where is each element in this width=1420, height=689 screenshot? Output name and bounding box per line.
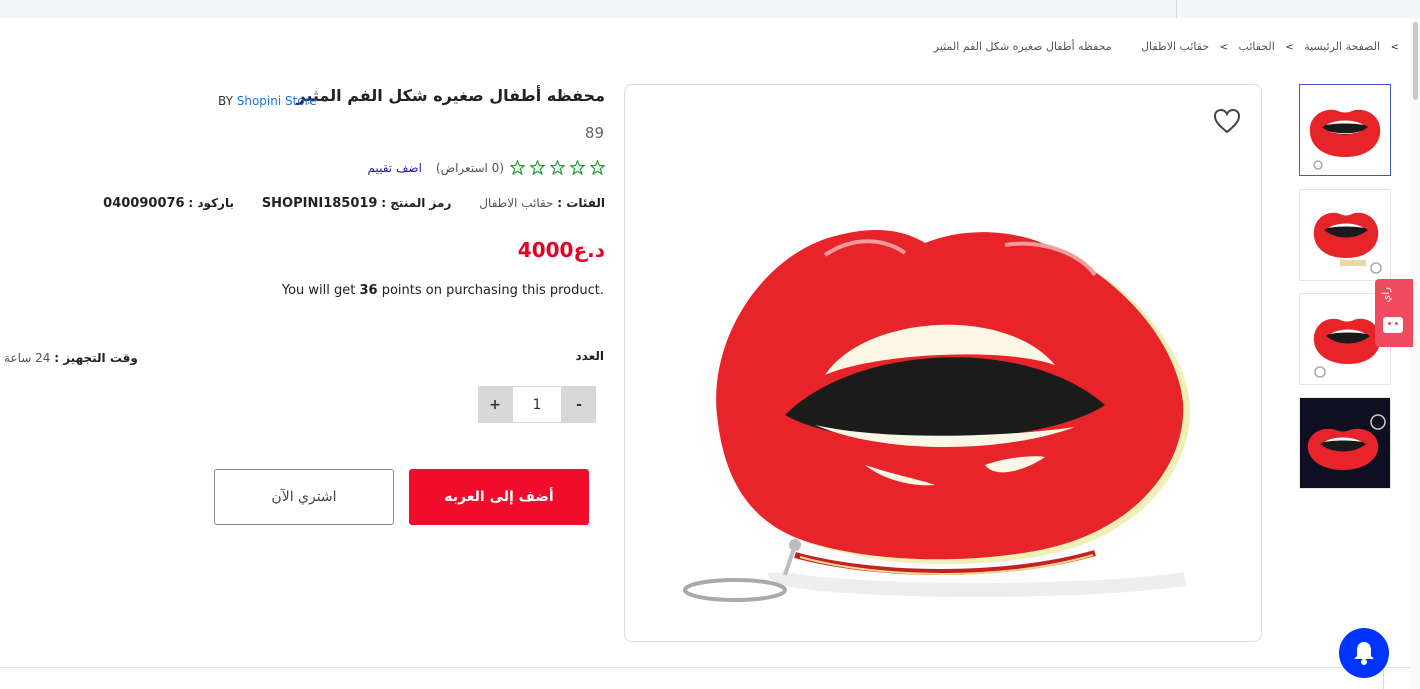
product-code-label: رمز المنتج : <box>381 196 452 210</box>
breadcrumb-current: محفظه أطفال صغيره شكل الفم المثير <box>933 40 1112 53</box>
smiley-icon <box>1383 317 1403 333</box>
store-link[interactable]: Shopini Store <box>237 94 317 108</box>
rating-row: (0 استعراض) اضف تقييم <box>368 160 605 175</box>
lips-thumbnail-image <box>1307 414 1386 470</box>
buy-now-button[interactable]: اشتري الآن <box>214 469 394 525</box>
barcode-label: باركود : <box>188 196 234 210</box>
lips-thumbnail-image <box>1313 212 1382 274</box>
scrollbar-thumb[interactable] <box>1413 22 1418 100</box>
add-to-cart-button[interactable]: أضف إلى العربه <box>409 469 589 525</box>
star-outline-icon <box>530 160 545 175</box>
thumbnail-1[interactable] <box>1299 84 1391 176</box>
product-title: محفظه أطفال صغيره شكل الفم المثير <box>296 86 605 105</box>
categories-value[interactable]: حقائب الاطفال <box>479 196 553 210</box>
categories-meta: الفئات : حقائب الاطفال <box>479 196 605 210</box>
footer-divider <box>0 667 1410 668</box>
breadcrumb-bags[interactable]: الحقائب <box>1239 40 1275 53</box>
points-suffix: points on purchasing this product. <box>377 283 604 298</box>
quantity-stepper: + 1 - <box>478 386 596 423</box>
categories-label: الفئات : <box>557 196 605 210</box>
breadcrumb-separator: > <box>1285 42 1294 53</box>
prep-label: وقت التجهيز : <box>54 351 138 365</box>
breadcrumb-kids-bags[interactable]: حقائب الاطفال <box>1141 40 1209 53</box>
preparation-time: وقت التجهيز : 24 ساعة <box>4 351 138 365</box>
lips-thumbnail-image <box>1309 109 1381 170</box>
star-outline-icon <box>590 160 605 175</box>
by-label: BY <box>218 94 233 108</box>
star-outline-icon <box>570 160 585 175</box>
top-bar-divider <box>1176 0 1177 18</box>
decrease-quantity-button[interactable]: - <box>562 386 596 423</box>
product-meta: الفئات : حقائب الاطفال رمز المنتج : SHOP… <box>103 196 605 211</box>
feedback-tab-label: راي <box>1381 287 1392 303</box>
wishlist-button[interactable] <box>1213 108 1241 134</box>
product-main-image[interactable] <box>624 84 1262 642</box>
star-outline-icon <box>550 160 565 175</box>
points-prefix: You will get <box>281 283 360 298</box>
star-outline-icon <box>510 160 525 175</box>
notification-button[interactable] <box>1339 628 1389 678</box>
breadcrumb-separator: > <box>1219 42 1229 53</box>
reward-points: You will get 36 points on purchasing thi… <box>282 283 604 298</box>
add-review-link[interactable]: اضف تقييم <box>368 161 422 175</box>
product-number: 89 <box>584 124 604 142</box>
bell-icon <box>1354 642 1374 665</box>
breadcrumb-home[interactable]: الصفحة الرئيسية <box>1304 40 1380 53</box>
seller-line: BY Shopini Store <box>218 94 317 108</box>
rating-stars[interactable] <box>510 160 605 175</box>
lips-wallet-image <box>683 230 1191 602</box>
footer-separator <box>1383 669 1384 689</box>
top-bar <box>0 0 1420 18</box>
product-price: د.ع4000 <box>517 238 605 262</box>
barcode-meta: باركود : 040090076 <box>103 196 234 211</box>
product-code-value: SHOPINI185019 <box>261 196 378 211</box>
scrollbar-track[interactable] <box>1410 18 1420 689</box>
thumbnail-2[interactable] <box>1299 189 1391 281</box>
barcode-value: 040090076 <box>103 196 185 211</box>
breadcrumb: > الصفحة الرئيسية > الحقائب > حقائب الاط… <box>934 40 1406 53</box>
heart-icon <box>1213 108 1241 134</box>
breadcrumb-separator: > <box>1390 42 1399 53</box>
increase-quantity-button[interactable]: + <box>478 386 512 423</box>
quantity-input[interactable]: 1 <box>512 386 562 423</box>
quantity-label: العدد <box>575 349 604 363</box>
prep-value: 24 ساعة <box>4 351 51 365</box>
reviews-count: (0 استعراض) <box>435 160 504 175</box>
product-code-meta: رمز المنتج : SHOPINI185019 <box>262 196 452 211</box>
points-number: 36 <box>359 283 378 298</box>
feedback-tab[interactable]: راي <box>1375 279 1413 347</box>
thumbnail-4[interactable] <box>1299 397 1391 489</box>
